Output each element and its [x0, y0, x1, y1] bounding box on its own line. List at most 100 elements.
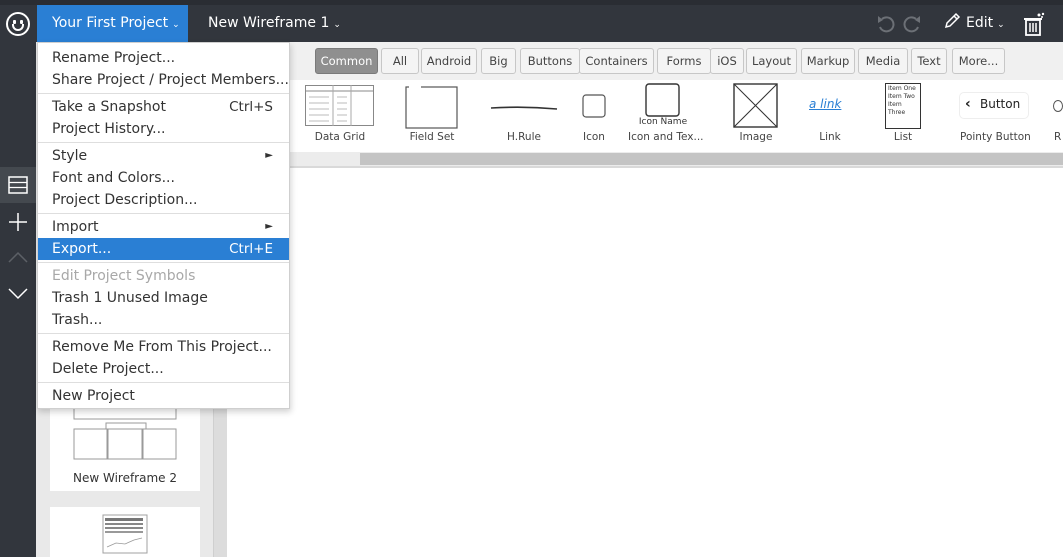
thumbnail-label: New Wireframe 2 [72, 471, 177, 485]
tab-layout[interactable]: Layout [746, 48, 797, 74]
tab-media[interactable]: Media [858, 48, 908, 74]
menu-item-label: Edit Project Symbols [52, 268, 196, 284]
smiley-logo-icon[interactable] [6, 12, 30, 36]
wireframe-menu-button[interactable]: New Wireframe 1 ⌄ [208, 5, 341, 42]
wireframe-canvas[interactable] [228, 168, 1063, 557]
library-item-partial[interactable] [1053, 100, 1063, 112]
icon-preview [582, 94, 606, 118]
scrollbar-thumb[interactable] [360, 153, 1063, 165]
menu-item-label: Export... [52, 241, 112, 257]
menu-item-trash-1-unused-image[interactable]: Trash 1 Unused Image [38, 287, 289, 309]
tab-android[interactable]: Android [421, 48, 477, 74]
library-item-icon[interactable] [582, 94, 606, 118]
menu-item-label: New Project [52, 388, 135, 404]
library-item-list[interactable]: Item One Item Two Item Three [885, 83, 921, 129]
menu-item-export[interactable]: Export... Ctrl+E [38, 238, 289, 260]
library-item-label: Image [739, 131, 773, 143]
library-item-pointy-button[interactable]: ‹ Button [960, 93, 1028, 118]
project-name: Your First Project [52, 15, 169, 31]
menu-item-font-and-colors[interactable]: Font and Colors... [38, 167, 289, 189]
menu-item-remove-me-from-this-project[interactable]: Remove Me From This Project... [38, 336, 289, 358]
h-rule-preview [490, 106, 558, 110]
menu-item-shortcut: Ctrl+E [229, 241, 273, 257]
menu-item-shortcut: Ctrl+S [229, 99, 273, 115]
wireframe-name: New Wireframe 1 [208, 15, 330, 31]
chevron-down-icon: ⌄ [333, 20, 341, 30]
add-icon[interactable] [8, 212, 28, 232]
menu-item-label: Trash 1 Unused Image [52, 290, 208, 306]
library-item-label: Pointy Button [960, 131, 1031, 143]
chevron-down-icon[interactable] [8, 283, 28, 303]
menu-separator [38, 93, 289, 94]
chevron-up-icon[interactable] [8, 248, 28, 268]
library-item-field-set[interactable] [405, 84, 459, 130]
menu-separator [38, 142, 289, 143]
tab-forms[interactable]: Forms [657, 48, 711, 74]
menu-item-style[interactable]: Style ► [38, 145, 289, 167]
list-sample-line: Item One [888, 85, 916, 92]
chevron-down-icon: ⌄ [997, 20, 1005, 30]
menu-item-edit-project-symbols: Edit Project Symbols [38, 265, 289, 287]
library-item-link[interactable]: a link [809, 97, 849, 115]
tab-text[interactable]: Text [911, 48, 947, 74]
menu-item-label: Remove Me From This Project... [52, 339, 272, 355]
library-item-label: Field Set [409, 131, 455, 143]
menu-item-label: Take a Snapshot [52, 99, 166, 115]
submenu-arrow-icon: ► [265, 150, 273, 161]
project-dropdown-menu: Rename Project... Share Project / Project… [37, 42, 290, 409]
list-sample-line: Item Three [888, 101, 906, 116]
library-item-icon-and-text[interactable]: Icon Name [625, 83, 701, 131]
menu-item-new-project[interactable]: New Project [38, 385, 289, 407]
wireframe-thumbnail[interactable] [50, 507, 200, 557]
menu-item-delete-project[interactable]: Delete Project... [38, 358, 289, 380]
trash-icon[interactable] [1021, 11, 1047, 37]
project-panel-icon[interactable] [8, 175, 28, 195]
menu-item-label: Share Project / Project Members... [52, 72, 289, 88]
redo-icon[interactable] [902, 14, 922, 34]
undo-icon[interactable] [876, 14, 896, 34]
menu-item-project-history[interactable]: Project History... [38, 118, 289, 140]
library-item-label: List [893, 131, 913, 143]
library-item-label: Icon and Tex... [628, 131, 704, 143]
tab-common[interactable]: Common [315, 48, 378, 74]
menu-item-label: Style [52, 148, 88, 164]
project-menu-button[interactable]: Your First Project ⌄ [37, 5, 188, 42]
left-toolbar [0, 42, 36, 557]
menu-item-label: Delete Project... [52, 361, 164, 377]
edit-label: Edit [966, 15, 994, 31]
menu-item-label: Project Description... [52, 192, 198, 208]
library-item-h-rule[interactable] [490, 102, 558, 112]
top-bar: Your First Project ⌄ New Wireframe 1 ⌄ Edi… [0, 0, 1063, 42]
menu-item-import[interactable]: Import ► [38, 216, 289, 238]
data-grid-preview [305, 85, 374, 126]
image-placeholder-preview [733, 83, 778, 128]
menu-item-label: Font and Colors... [52, 170, 175, 186]
library-horizontal-scrollbar[interactable] [227, 152, 1063, 166]
library-item-image[interactable] [733, 83, 779, 129]
pencil-icon [944, 12, 961, 29]
library-item-label: Icon [583, 131, 605, 143]
library-item-label: R [1054, 131, 1062, 143]
menu-item-project-description[interactable]: Project Description... [38, 189, 289, 211]
menu-item-take-a-snapshot[interactable]: Take a Snapshot Ctrl+S [38, 96, 289, 118]
menu-item-label: Trash... [52, 312, 103, 328]
tab-more[interactable]: More... [952, 48, 1005, 74]
menu-item-rename-project[interactable]: Rename Project... [38, 47, 289, 69]
library-item-label: Data Grid [314, 131, 366, 143]
tab-all[interactable]: All [381, 48, 419, 74]
tab-ios[interactable]: iOS [710, 48, 744, 74]
menu-item-trash[interactable]: Trash... [38, 309, 289, 331]
tab-containers[interactable]: Containers [579, 48, 654, 74]
menu-item-share-project-project-members[interactable]: Share Project / Project Members... [38, 69, 289, 91]
submenu-arrow-icon: ► [265, 221, 273, 232]
field-set-preview [405, 85, 458, 129]
chevron-down-icon: ⌄ [172, 20, 180, 30]
edit-mode-button[interactable]: Edit ⌄ [943, 5, 1005, 42]
tab-markup[interactable]: Markup [801, 48, 855, 74]
wireframe-preview [102, 514, 148, 554]
tab-big[interactable]: Big [481, 48, 516, 74]
icon-and-text-preview [645, 83, 680, 117]
tab-buttons[interactable]: Buttons [520, 48, 580, 74]
icon-name-sample: Icon Name [638, 117, 688, 127]
button-sample: Button [980, 97, 1021, 111]
